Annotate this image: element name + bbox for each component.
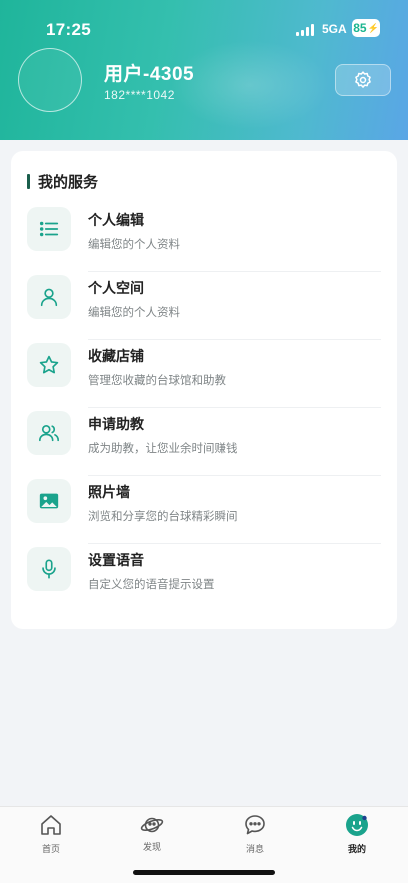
battery-level: 85 bbox=[353, 21, 367, 35]
username: 用户-4305 bbox=[104, 64, 195, 85]
home-icon bbox=[41, 815, 61, 835]
tab-label: 我的 bbox=[347, 845, 366, 855]
tab-home[interactable]: 首页 bbox=[21, 813, 81, 857]
service-item-title: 照片墙 bbox=[88, 485, 130, 501]
tab-label: 消息 bbox=[245, 845, 264, 855]
phone-number: 182****1042 bbox=[104, 88, 175, 102]
service-item-title: 收藏店铺 bbox=[88, 349, 144, 365]
charging-icon: ⚡ bbox=[367, 22, 379, 33]
service-item-title: 个人空间 bbox=[88, 281, 144, 297]
microphone-icon bbox=[27, 547, 71, 591]
home-indicator bbox=[133, 870, 275, 875]
list-icon bbox=[27, 207, 71, 251]
section-title: 我的服务 bbox=[27, 171, 98, 191]
service-item-desc: 编辑您的个人资料 bbox=[88, 305, 180, 319]
profile-header: 17:25 5GA 85 ⚡ 用户-4305 182****1042 bbox=[0, 0, 408, 140]
chat-icon bbox=[245, 815, 265, 835]
profile-face-icon bbox=[346, 814, 368, 836]
tab-label: 首页 bbox=[41, 845, 60, 855]
service-item-edit-profile[interactable]: 个人编辑 编辑您的个人资料 bbox=[27, 204, 381, 272]
service-item-desc: 浏览和分享您的台球精彩瞬间 bbox=[88, 509, 238, 523]
service-item-voice-settings[interactable]: 设置语音 自定义您的语音提示设置 bbox=[27, 544, 381, 612]
network-type: 5GA bbox=[322, 22, 347, 36]
avatar[interactable] bbox=[18, 48, 82, 112]
service-item-apply-assistant[interactable]: 申请助教 成为助教，让您业余时间赚钱 bbox=[27, 408, 381, 476]
section-accent-bar bbox=[27, 173, 30, 189]
service-item-desc: 成为助教，让您业余时间赚钱 bbox=[88, 441, 238, 455]
tab-profile[interactable]: 我的 bbox=[327, 813, 387, 857]
star-icon bbox=[27, 343, 71, 387]
service-item-desc: 自定义您的语音提示设置 bbox=[88, 577, 215, 591]
settings-button[interactable] bbox=[335, 64, 391, 96]
signal-icon bbox=[296, 24, 316, 36]
tab-messages[interactable]: 消息 bbox=[225, 813, 285, 857]
status-bar: 17:25 5GA 85 ⚡ bbox=[0, 0, 408, 54]
service-item-desc: 管理您收藏的台球馆和助教 bbox=[88, 373, 226, 387]
battery-indicator: 85 ⚡ bbox=[352, 19, 380, 37]
status-time: 17:25 bbox=[46, 20, 91, 39]
planet-icon bbox=[140, 817, 164, 833]
section-title-text: 我的服务 bbox=[38, 172, 99, 191]
image-icon bbox=[27, 479, 71, 523]
service-item-title: 设置语音 bbox=[88, 553, 144, 569]
person-icon bbox=[27, 275, 71, 319]
service-item-title: 申请助教 bbox=[88, 417, 144, 433]
services-card: 我的服务 个人编辑 编辑您的个人资料 个人空间 编辑您的个人资料 收藏店铺 管理… bbox=[11, 151, 397, 629]
service-item-favorite-stores[interactable]: 收藏店铺 管理您收藏的台球馆和助教 bbox=[27, 340, 381, 408]
tab-discover[interactable]: 发现 bbox=[122, 813, 182, 857]
gear-icon bbox=[355, 71, 371, 88]
service-item-photo-wall[interactable]: 照片墙 浏览和分享您的台球精彩瞬间 bbox=[27, 476, 381, 544]
service-item-title: 个人编辑 bbox=[88, 213, 144, 229]
service-item-personal-space[interactable]: 个人空间 编辑您的个人资料 bbox=[27, 272, 381, 340]
service-item-desc: 编辑您的个人资料 bbox=[88, 237, 180, 251]
users-icon bbox=[27, 411, 71, 455]
tab-label: 发现 bbox=[142, 843, 161, 853]
